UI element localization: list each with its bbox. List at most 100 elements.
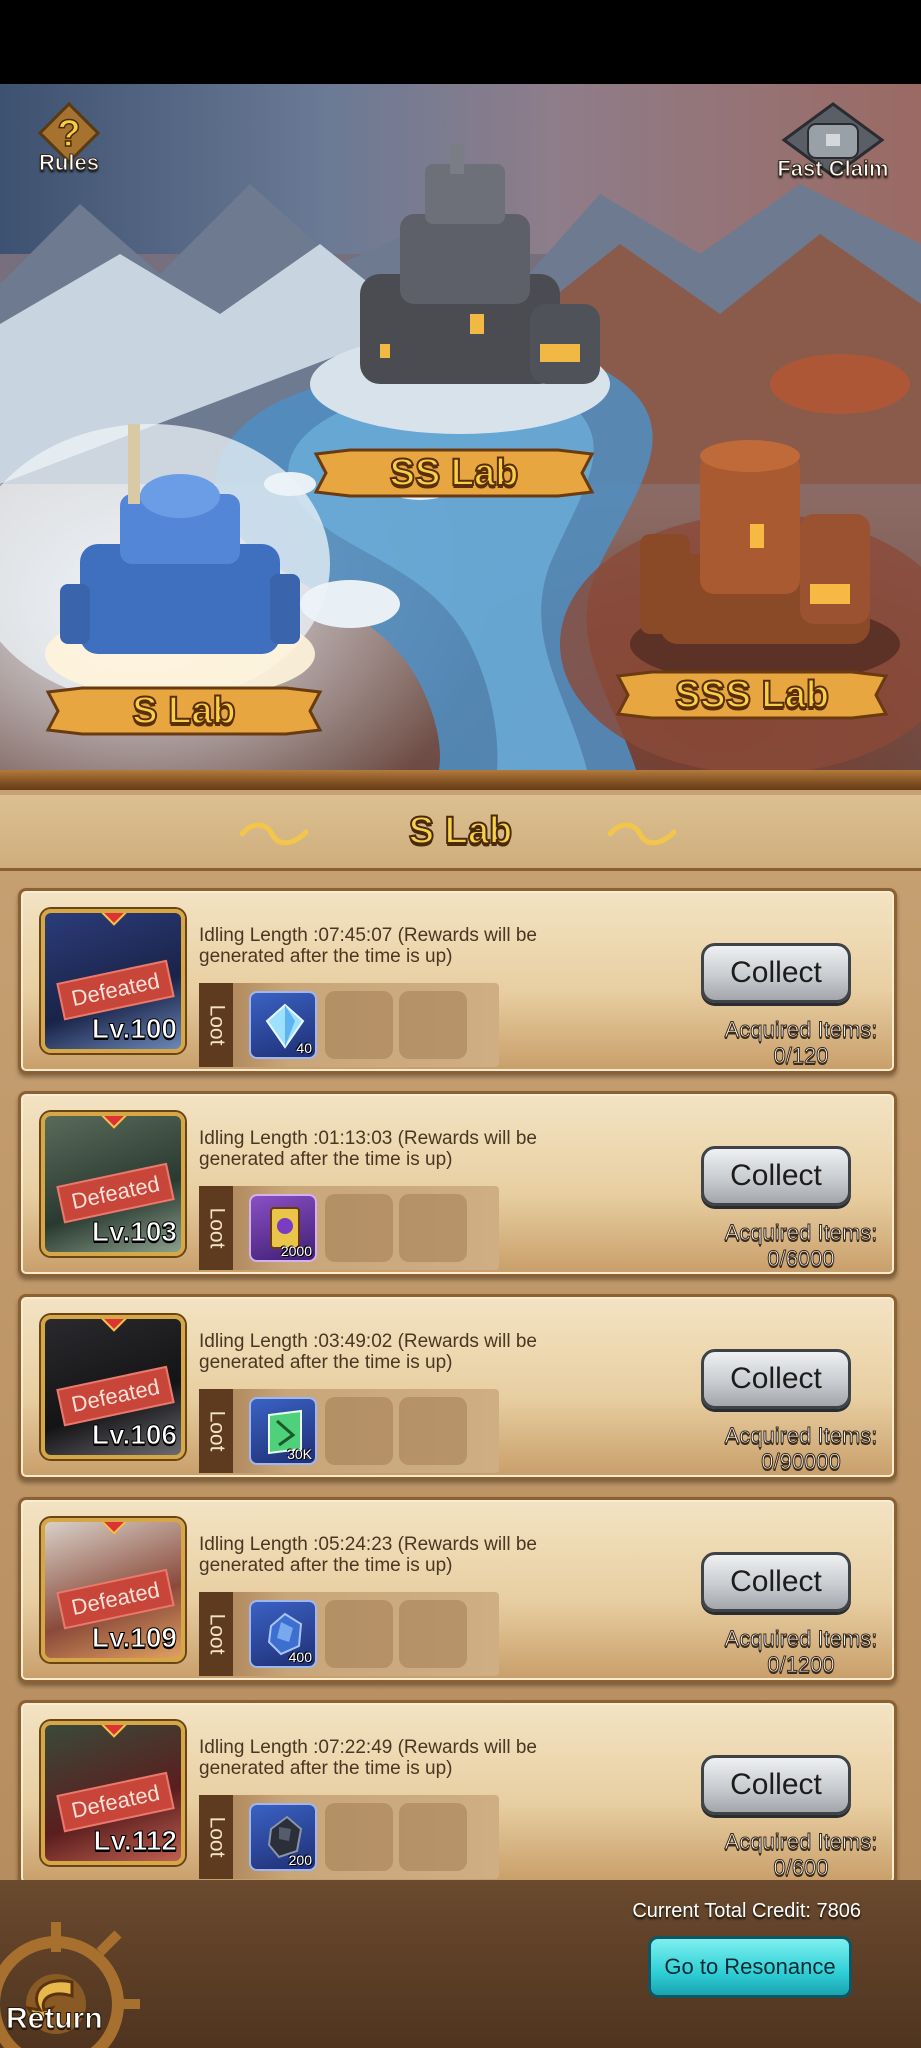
hero-level: Lv.106	[91, 1419, 177, 1451]
sss-lab-building[interactable]	[620, 404, 910, 684]
s-lab-label: S Lab	[131, 689, 236, 733]
lab-card: Defeated Lv.112 Idling Length :07:22:49 …	[18, 1700, 897, 1886]
lab-card: Defeated Lv.106 Idling Length :03:49:02 …	[18, 1294, 897, 1480]
acquired-items-label: Acquired Items:	[724, 1626, 878, 1652]
loot-strip: Loot 30K	[199, 1389, 499, 1473]
loot-strip: Loot 40	[199, 983, 499, 1067]
loot-tab: Loot	[199, 1389, 233, 1473]
collect-button[interactable]: Collect	[701, 1146, 851, 1206]
loot-label: Loot	[205, 1816, 228, 1858]
sss-lab-banner[interactable]: SSS Lab	[612, 668, 892, 722]
hero-level: Lv.100	[91, 1013, 177, 1045]
acquired-items-value: 0/1200	[767, 1652, 835, 1678]
collect-button[interactable]: Collect	[701, 943, 851, 1003]
sss-lab-label: SSS Lab	[674, 673, 830, 717]
empty-slot	[325, 1397, 393, 1465]
return-button[interactable]: Return	[6, 2002, 104, 2036]
rules-label: Rules	[39, 150, 100, 176]
lab-map: SS Lab S Lab SSS Lab ? Rules Fast Claim	[0, 84, 921, 784]
loot-item[interactable]: 400	[249, 1600, 317, 1668]
swirl-ornament-right	[607, 822, 677, 846]
rank-gem-icon	[101, 1116, 127, 1129]
loot-item[interactable]: 2000	[249, 1194, 317, 1262]
collect-button[interactable]: Collect	[701, 1755, 851, 1815]
collect-button[interactable]: Collect	[701, 1552, 851, 1612]
panel-header: S Lab	[0, 795, 921, 871]
empty-slot	[325, 1600, 393, 1668]
idling-length-text: Idling Length :05:24:23 (Rewards will be…	[199, 1534, 537, 1576]
current-total-credit: Current Total Credit: 7806	[632, 1900, 861, 1922]
loot-label: Loot	[205, 1613, 228, 1655]
loot-strip: Loot 2000	[199, 1186, 499, 1270]
acquired-items-value: 0/90000	[761, 1449, 842, 1475]
defeated-badge: Defeated	[56, 959, 176, 1021]
loot-strip: Loot 400	[199, 1592, 499, 1676]
s-lab-banner[interactable]: S Lab	[42, 684, 326, 738]
acquired-items-label: Acquired Items:	[724, 1017, 878, 1043]
hero-portrait[interactable]: Defeated Lv.100	[41, 909, 185, 1053]
hero-level: Lv.103	[91, 1216, 177, 1248]
item-quantity: 200	[288, 1852, 312, 1868]
empty-slot	[399, 1600, 467, 1668]
empty-slot	[399, 991, 467, 1059]
lab-card: Defeated Lv.100 Idling Length :07:45:07 …	[18, 888, 897, 1074]
loot-tab: Loot	[199, 1186, 233, 1270]
hero-level: Lv.112	[93, 1825, 178, 1857]
defeated-badge: Defeated	[56, 1365, 176, 1427]
idling-length-text: Idling Length :07:45:07 (Rewards will be…	[199, 925, 537, 967]
fast-claim-button[interactable]: Fast Claim	[768, 100, 898, 182]
go-to-resonance-button[interactable]: Go to Resonance	[648, 1936, 852, 1998]
acquired-items-value: 0/600	[773, 1855, 829, 1881]
loot-strip: Loot 200	[199, 1795, 499, 1879]
idling-length-text: Idling Length :07:22:49 (Rewards will be…	[199, 1737, 537, 1779]
acquired-items-label: Acquired Items:	[724, 1423, 878, 1449]
lab-card: Defeated Lv.109 Idling Length :05:24:23 …	[18, 1497, 897, 1683]
loot-tab: Loot	[199, 983, 233, 1067]
rank-gem-icon	[101, 1319, 127, 1332]
empty-slot	[325, 991, 393, 1059]
empty-slot	[399, 1397, 467, 1465]
item-quantity: 40	[296, 1040, 312, 1056]
rank-gem-icon	[101, 1522, 127, 1535]
empty-slot	[399, 1194, 467, 1262]
loot-tab: Loot	[199, 1795, 233, 1879]
swirl-ornament-left	[239, 822, 309, 846]
hero-level: Lv.109	[91, 1622, 177, 1654]
defeated-badge: Defeated	[56, 1568, 176, 1630]
loot-label: Loot	[205, 1410, 228, 1452]
hero-portrait[interactable]: Defeated Lv.106	[41, 1315, 185, 1459]
collect-button[interactable]: Collect	[701, 1349, 851, 1409]
rank-gem-icon	[101, 1725, 127, 1738]
rules-button[interactable]: ? Rules	[26, 102, 112, 176]
acquired-items-label: Acquired Items:	[724, 1220, 878, 1246]
hero-portrait[interactable]: Defeated Lv.109	[41, 1518, 185, 1662]
loot-label: Loot	[205, 1207, 228, 1249]
empty-slot	[399, 1803, 467, 1871]
acquired-items-label: Acquired Items:	[724, 1829, 878, 1855]
loot-tab: Loot	[199, 1592, 233, 1676]
fast-claim-label: Fast Claim	[777, 156, 889, 182]
empty-slot	[325, 1803, 393, 1871]
svg-text:?: ?	[57, 113, 80, 155]
loot-label: Loot	[205, 1004, 228, 1046]
loot-item[interactable]: 40	[249, 991, 317, 1059]
defeated-badge: Defeated	[56, 1771, 176, 1833]
empty-slot	[325, 1194, 393, 1262]
idling-length-text: Idling Length :01:13:03 (Rewards will be…	[199, 1128, 537, 1170]
defeated-badge: Defeated	[56, 1162, 176, 1224]
hero-portrait[interactable]: Defeated Lv.112	[41, 1721, 185, 1865]
acquired-items-value: 0/120	[773, 1043, 829, 1069]
item-quantity: 400	[288, 1649, 312, 1665]
ss-lab-label: SS Lab	[389, 451, 520, 495]
idling-length-text: Idling Length :03:49:02 (Rewards will be…	[199, 1331, 537, 1373]
s-lab-building[interactable]	[40, 424, 330, 704]
hero-portrait[interactable]: Defeated Lv.103	[41, 1112, 185, 1256]
item-quantity: 2000	[280, 1243, 312, 1259]
loot-item[interactable]: 200	[249, 1803, 317, 1871]
loot-item[interactable]: 30K	[249, 1397, 317, 1465]
rank-gem-icon	[101, 913, 127, 926]
acquired-items-value: 0/6000	[767, 1246, 835, 1272]
ss-lab-banner[interactable]: SS Lab	[310, 446, 598, 500]
s-lab-screen: SS Lab S Lab SSS Lab ? Rules Fast Claim …	[0, 0, 921, 2048]
ss-lab-building[interactable]	[300, 144, 640, 444]
